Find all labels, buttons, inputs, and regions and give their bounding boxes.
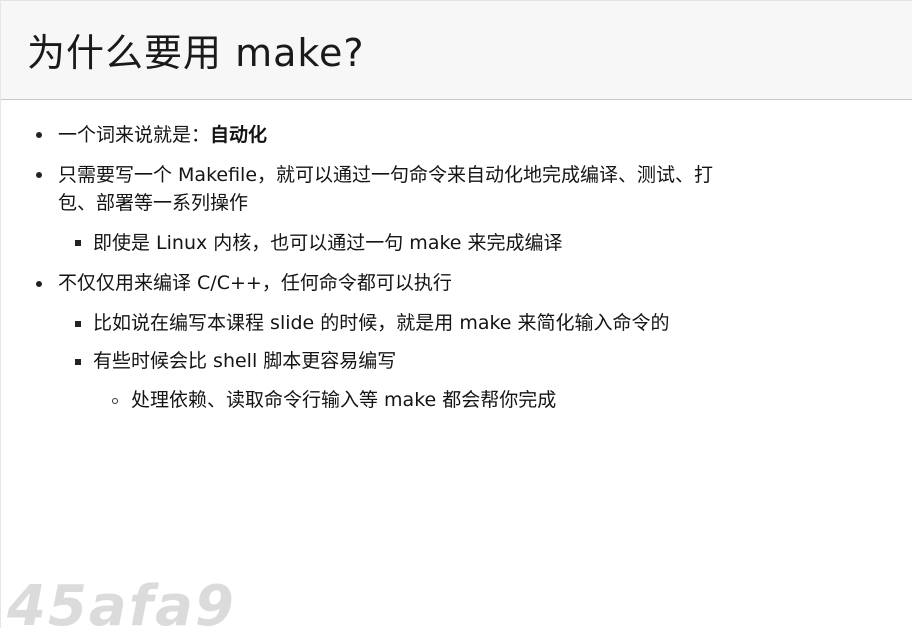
list-item-continuation: 包、部署等一系列操作 (58, 189, 248, 217)
list-item: 即使是 Linux 内核，也可以通过一句 make 来完成编译 (93, 229, 563, 257)
bullet-circle-icon (112, 398, 118, 404)
list-item: 比如说在编写本课程 slide 的时候，就是用 make 来简化输入命令的 (93, 309, 670, 337)
list-item: 处理依赖、读取命令行输入等 make 都会帮你完成 (131, 386, 556, 414)
title-bar: 为什么要用 make? (1, 0, 912, 100)
list-item-text: 包、部署等一系列操作 (58, 192, 249, 214)
list-item-text: 处理依赖、读取命令行输入等 make 都会帮你完成 (131, 389, 557, 411)
list-item-text: 只需要写一个 Makefile，就可以通过一句命令来自动化地完成编译、测试、打 (58, 164, 714, 186)
list-item-text: 一个词来说就是： (58, 124, 211, 146)
bullet-disc-icon (36, 172, 42, 178)
watermark: 45afa9 (7, 574, 236, 628)
list-item-text: 有些时候会比 shell 脚本更容易编写 (93, 350, 397, 372)
list-item: 有些时候会比 shell 脚本更容易编写 (93, 347, 396, 375)
list-item: 只需要写一个 Makefile，就可以通过一句命令来自动化地完成编译、测试、打 (58, 161, 713, 189)
list-item: 不仅仅用来编译 C/C++，任何命令都可以执行 (58, 269, 452, 297)
bullet-square-icon (75, 240, 81, 246)
bullet-disc-icon (36, 281, 42, 287)
list-item-text: 即使是 Linux 内核，也可以通过一句 make 来完成编译 (93, 232, 563, 254)
list-item-text: 不仅仅用来编译 C/C++，任何命令都可以执行 (58, 272, 452, 294)
bullet-square-icon (75, 321, 81, 327)
slide: 为什么要用 make? 一个词来说就是：自动化 只需要写一个 Makefile，… (0, 0, 912, 628)
bullet-square-icon (75, 359, 81, 365)
list-item-text: 比如说在编写本课程 slide 的时候，就是用 make 来简化输入命令的 (93, 312, 670, 334)
list-item-emphasis: 自动化 (210, 124, 268, 146)
slide-title: 为什么要用 make? (27, 31, 365, 75)
bullet-disc-icon (36, 132, 42, 138)
list-item: 一个词来说就是：自动化 (58, 121, 267, 149)
